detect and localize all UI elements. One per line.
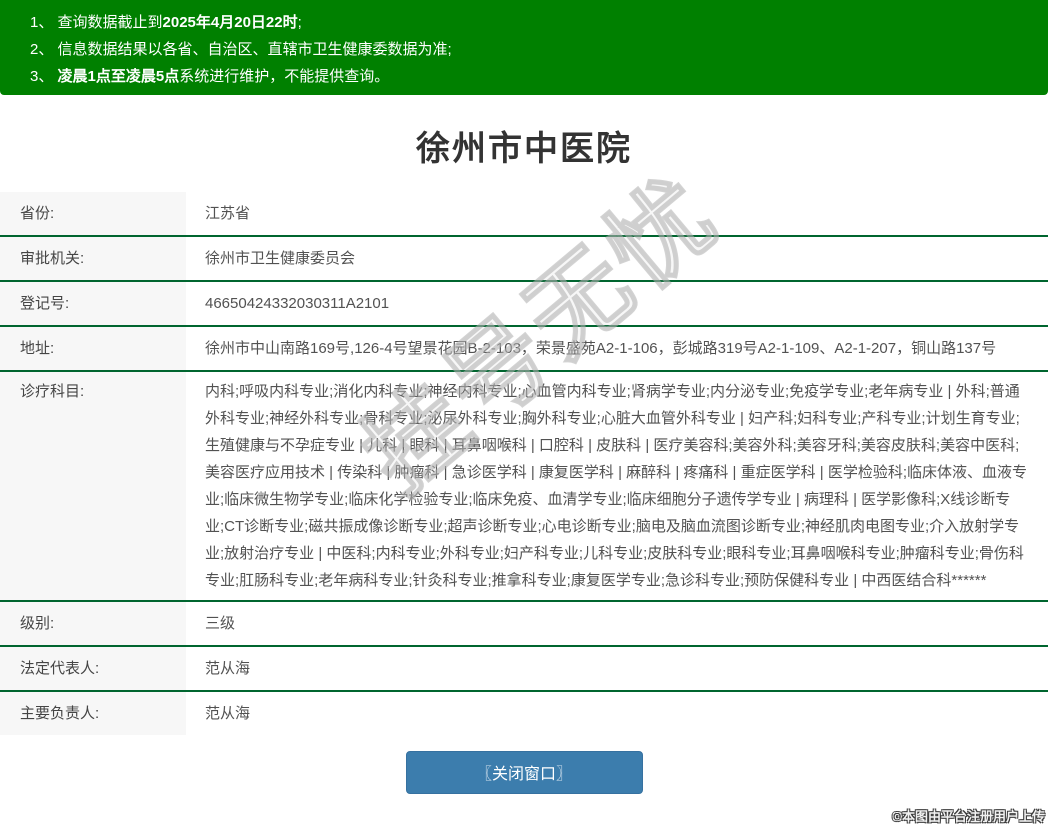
row-value: 三级 — [186, 602, 1048, 645]
notice-3-bold: 凌晨1点至凌晨5点 — [58, 68, 180, 85]
row-label: 审批机关: — [0, 237, 186, 280]
row-value: 范从海 — [186, 647, 1048, 690]
table-row-registration-number: 登记号: 46650424332030311A2101 — [0, 282, 1048, 327]
notice-3-suffix: 系统进行维护，不能提供查询。 — [179, 68, 389, 85]
notice-1-suffix: ; — [298, 14, 302, 31]
button-bar: 〖关闭窗口〗 — [0, 751, 1048, 794]
notice-3-text: 3、 — [30, 68, 58, 85]
notice-2-text: 2、 信息数据结果以各省、自治区、直辖市卫生健康委数据为准; — [30, 41, 452, 58]
row-label: 登记号: — [0, 282, 186, 325]
row-label: 法定代表人: — [0, 647, 186, 690]
notice-1-text: 1、 查询数据截止到 — [30, 14, 163, 31]
close-window-button[interactable]: 〖关闭窗口〗 — [406, 751, 643, 794]
row-label: 地址: — [0, 327, 186, 370]
row-label: 省份: — [0, 192, 186, 235]
notice-1-bold: 2025年4月20日22时 — [163, 14, 298, 31]
corner-upload-watermark: ©本图由平台注册用户上传 — [892, 806, 1045, 825]
row-value: 范从海 — [186, 692, 1048, 735]
notice-line-3: 3、 凌晨1点至凌晨5点系统进行维护，不能提供查询。 — [30, 63, 1048, 90]
notice-line-1: 1、 查询数据截止到2025年4月20日22时; — [30, 9, 1048, 36]
row-value: 江苏省 — [186, 192, 1048, 235]
row-label: 诊疗科目: — [0, 372, 186, 600]
row-value: 徐州市中山南路169号,126-4号望景花园B-2-103，荣景盛苑A2-1-1… — [186, 327, 1048, 370]
notice-line-2: 2、 信息数据结果以各省、自治区、直辖市卫生健康委数据为准; — [30, 36, 1048, 63]
row-value: 46650424332030311A2101 — [186, 282, 1048, 325]
notice-banner: 1、 查询数据截止到2025年4月20日22时; 2、 信息数据结果以各省、自治… — [0, 0, 1048, 95]
row-label: 主要负责人: — [0, 692, 186, 735]
table-row-treatment-subjects: 诊疗科目: 内科;呼吸内科专业;消化内科专业;神经内科专业;心血管内科专业;肾病… — [0, 372, 1048, 602]
table-row-province: 省份: 江苏省 — [0, 192, 1048, 237]
table-row-address: 地址: 徐州市中山南路169号,126-4号望景花园B-2-103，荣景盛苑A2… — [0, 327, 1048, 372]
row-value: 内科;呼吸内科专业;消化内科专业;神经内科专业;心血管内科专业;肾病学专业;内分… — [186, 372, 1048, 600]
table-row-main-person-in-charge: 主要负责人: 范从海 — [0, 692, 1048, 735]
row-value: 徐州市卫生健康委员会 — [186, 237, 1048, 280]
table-row-level: 级别: 三级 — [0, 602, 1048, 647]
page-title: 徐州市中医院 — [0, 95, 1048, 192]
table-row-approval-authority: 审批机关: 徐州市卫生健康委员会 — [0, 237, 1048, 282]
hospital-info-table: 省份: 江苏省 审批机关: 徐州市卫生健康委员会 登记号: 4665042433… — [0, 192, 1048, 735]
row-label: 级别: — [0, 602, 186, 645]
table-row-legal-representative: 法定代表人: 范从海 — [0, 647, 1048, 692]
